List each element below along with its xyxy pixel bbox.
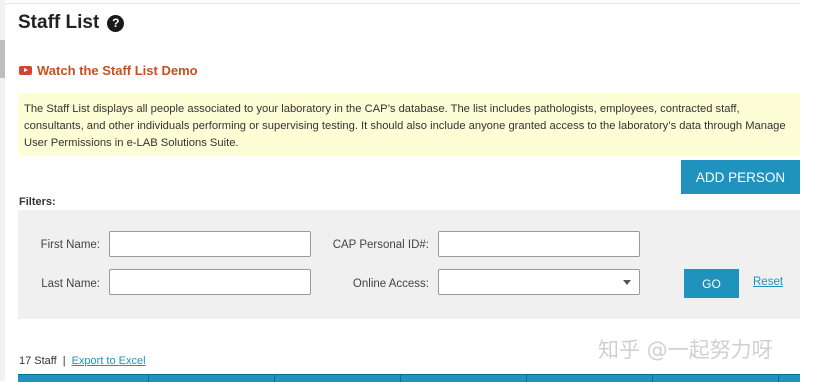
first-name-input[interactable] bbox=[109, 231, 311, 257]
last-name-input[interactable] bbox=[109, 269, 311, 295]
chevron-down-icon bbox=[623, 280, 631, 285]
page-title: Staff List bbox=[18, 12, 100, 33]
first-name-label: First Name: bbox=[40, 239, 100, 251]
last-name-label: Last Name: bbox=[41, 278, 100, 290]
info-notice: The Staff List displays all people assoc… bbox=[18, 93, 800, 156]
watermark: 知乎 @一起努力呀 bbox=[598, 338, 773, 362]
question-circle-icon[interactable]: ? bbox=[107, 14, 125, 32]
results-summary: 17 Staff | Export to Excel bbox=[19, 355, 146, 367]
left-rail bbox=[0, 0, 5, 381]
cap-personal-id-input[interactable] bbox=[438, 231, 640, 257]
watch-demo-label: Watch the Staff List Demo bbox=[37, 63, 198, 78]
summary-separator: | bbox=[62, 355, 66, 367]
video-play-icon bbox=[19, 66, 32, 75]
add-person-button[interactable]: ADD PERSON bbox=[681, 160, 800, 194]
page-header: Staff List ? bbox=[18, 12, 125, 34]
online-access-select[interactable] bbox=[438, 269, 640, 295]
filters-heading: Filters: bbox=[19, 196, 56, 208]
rail-marker bbox=[0, 40, 5, 78]
online-access-label: Online Access: bbox=[352, 278, 429, 290]
export-to-excel-link[interactable]: Export to Excel bbox=[72, 355, 146, 367]
cap-personal-id-label: CAP Personal ID#: bbox=[332, 239, 429, 251]
go-button[interactable]: GO bbox=[684, 269, 739, 298]
reset-link[interactable]: Reset bbox=[753, 276, 783, 288]
filter-panel: First Name: Last Name: CAP Personal ID#:… bbox=[18, 210, 800, 319]
top-divider bbox=[5, 3, 800, 4]
watch-demo-link[interactable]: Watch the Staff List Demo bbox=[19, 63, 198, 78]
staff-count: 17 Staff bbox=[19, 355, 57, 367]
